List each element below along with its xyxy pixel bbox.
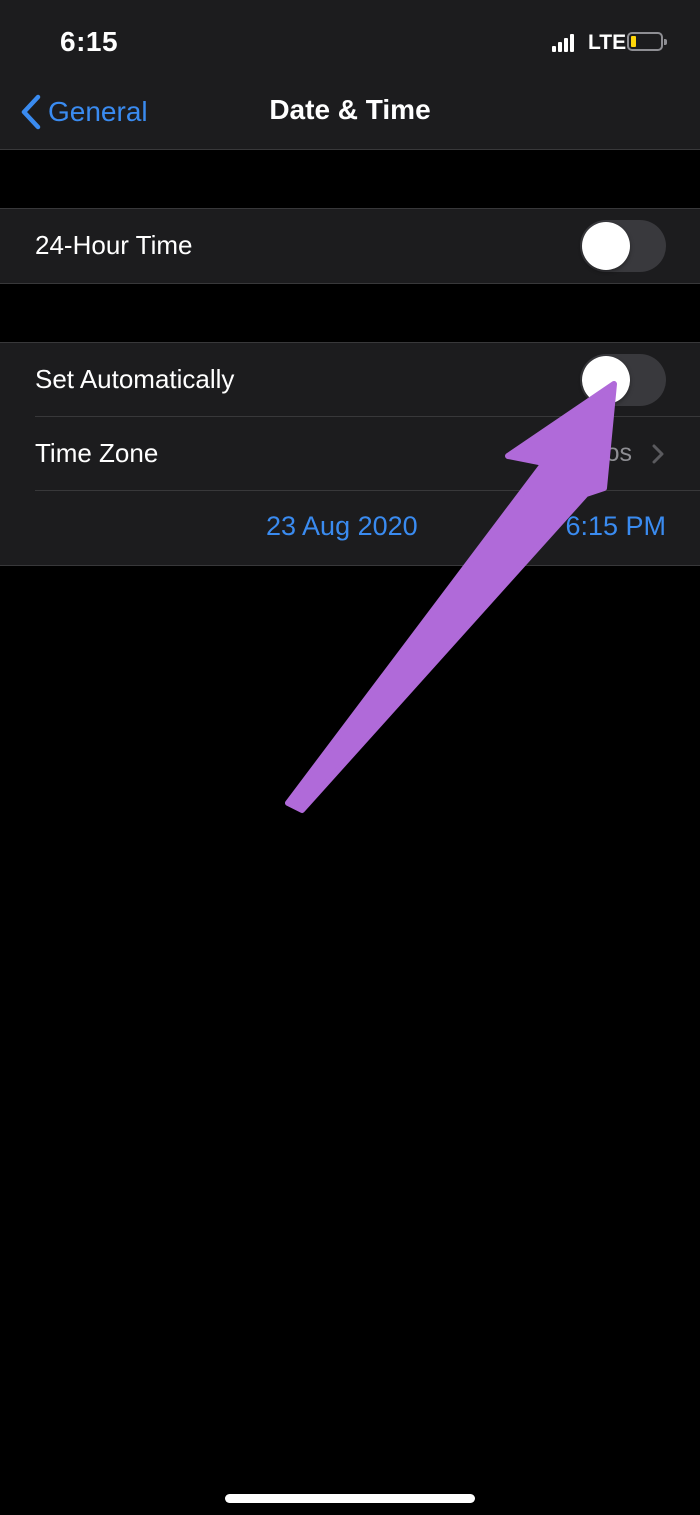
row-set-automatically: Set Automatically bbox=[0, 343, 700, 417]
status-time: 6:15 bbox=[60, 26, 119, 57]
settings-group-format: 24-Hour Time bbox=[0, 208, 700, 284]
row-time-zone[interactable]: Time Zone os bbox=[0, 417, 700, 491]
toggle-set-automatically[interactable] bbox=[580, 354, 666, 406]
row-label-24-hour-time: 24-Hour Time bbox=[35, 230, 193, 260]
chevron-right-icon bbox=[652, 444, 664, 464]
row-label-time-zone: Time Zone bbox=[35, 438, 159, 468]
page-title: Date & Time bbox=[269, 94, 431, 125]
time-zone-value: os bbox=[605, 439, 632, 467]
battery-icon bbox=[627, 32, 667, 51]
time-picker-value[interactable]: 6:15 PM bbox=[565, 511, 666, 542]
settings-group-datetime: Set Automatically Time Zone os 23 Aug 20… bbox=[0, 342, 700, 566]
cellular-signal-icon bbox=[552, 34, 576, 52]
row-date-time: 23 Aug 2020 6:15 PM bbox=[0, 491, 700, 565]
status-bar: 6:15 LTE bbox=[0, 0, 700, 80]
navigation-bar: General Date & Time bbox=[0, 80, 700, 150]
toggle-24-hour-time[interactable] bbox=[580, 220, 666, 272]
date-picker-value[interactable]: 23 Aug 2020 bbox=[266, 511, 418, 542]
home-indicator bbox=[225, 1494, 475, 1503]
row-24-hour-time: 24-Hour Time bbox=[0, 209, 700, 283]
network-type: LTE bbox=[588, 31, 627, 54]
row-label-set-automatically: Set Automatically bbox=[35, 364, 235, 394]
